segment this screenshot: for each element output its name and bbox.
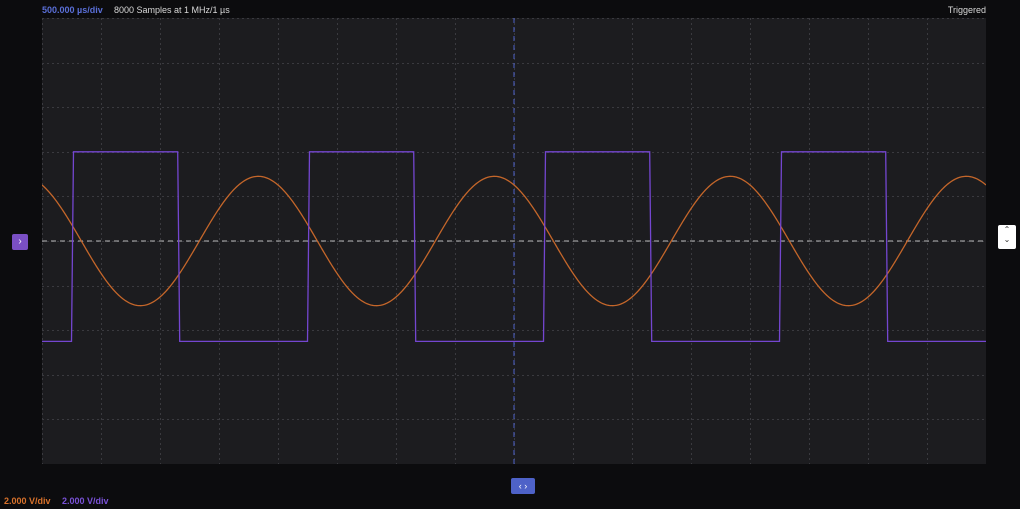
timebase-readout[interactable]: 500.000 µs/div bbox=[42, 5, 103, 15]
waveform-svg bbox=[42, 18, 986, 464]
ch2-scale-readout[interactable]: 2.000 V/div bbox=[62, 496, 109, 506]
trigger-level-marker[interactable]: ⌃ ⌄ bbox=[998, 225, 1016, 249]
chevron-up-down-icon: ⌃ ⌄ bbox=[1003, 225, 1011, 244]
waveform-plot[interactable] bbox=[42, 18, 986, 464]
channel-offset-marker[interactable]: › bbox=[12, 234, 28, 250]
trigger-position-marker[interactable]: ‹ › bbox=[511, 478, 535, 494]
sample-info: 8000 Samples at 1 MHz/1 µs bbox=[114, 5, 230, 15]
oscilloscope-window: 500.000 µs/div 8000 Samples at 1 MHz/1 µ… bbox=[0, 0, 1020, 509]
chevron-left-right-icon: ‹ › bbox=[518, 481, 528, 491]
header-bar: 500.000 µs/div 8000 Samples at 1 MHz/1 µ… bbox=[0, 0, 1020, 20]
trigger-status: Triggered bbox=[947, 5, 986, 15]
footer-bar: 2.000 V/div 2.000 V/div bbox=[0, 496, 300, 509]
chevron-right-icon: › bbox=[18, 236, 22, 247]
ch1-scale-readout[interactable]: 2.000 V/div bbox=[4, 496, 51, 506]
